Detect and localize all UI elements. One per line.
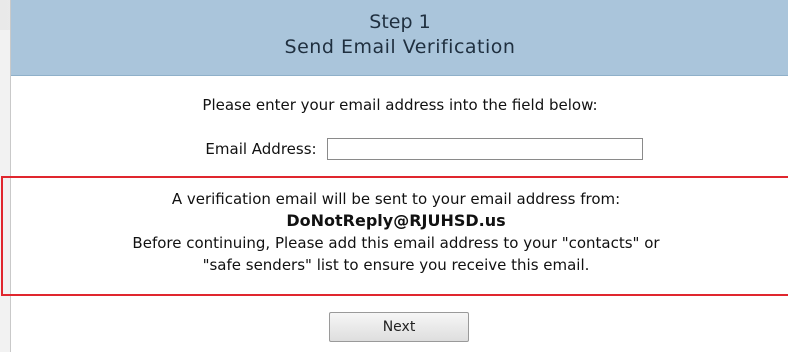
email-field[interactable] xyxy=(326,138,643,160)
step-label: Step 1 xyxy=(369,11,431,33)
verification-panel: Step 1 Send Email Verification Please en… xyxy=(1,0,788,352)
next-button[interactable]: Next xyxy=(329,312,469,342)
verification-notice: A verification email will be sent to you… xyxy=(1,176,788,296)
email-label: Email Address: xyxy=(205,140,317,158)
email-row: Email Address: xyxy=(11,138,788,160)
panel-header: Step 1 Send Email Verification xyxy=(11,0,788,76)
page-title: Send Email Verification xyxy=(284,36,516,58)
notice-line-1: A verification email will be sent to you… xyxy=(171,190,621,208)
notice-line-4: "safe senders" list to ensure you receiv… xyxy=(202,256,590,274)
notice-line-3: Before continuing, Please add this email… xyxy=(132,234,660,252)
intro-text: Please enter your email address into the… xyxy=(202,96,598,114)
sender-address: DoNotReply@RJUHSD.us xyxy=(286,211,506,230)
